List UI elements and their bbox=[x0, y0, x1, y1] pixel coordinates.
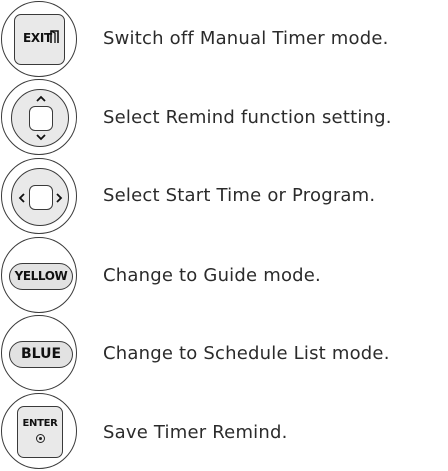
enter-key-icon: ENTER bbox=[1, 393, 77, 469]
blue-key-label: BLUE bbox=[9, 341, 73, 368]
left-right-key-icon bbox=[1, 158, 77, 234]
list-item-left-right: Select Start Time or Program. bbox=[0, 158, 448, 236]
list-item-blue: BLUE Change to Schedule List mode. bbox=[0, 315, 448, 393]
blue-key-icon: BLUE bbox=[1, 315, 77, 391]
enter-dot-icon bbox=[36, 434, 45, 443]
enter-description: Save Timer Remind. bbox=[103, 422, 288, 443]
up-down-key-icon bbox=[1, 79, 77, 155]
exit-key-label: EXIT bbox=[23, 31, 52, 45]
yellow-description: Change to Guide mode. bbox=[103, 265, 321, 286]
chevron-down-icon bbox=[36, 134, 46, 141]
yellow-key-label: YELLOW bbox=[9, 263, 73, 290]
list-item-yellow: YELLOW Change to Guide mode. bbox=[0, 237, 448, 315]
exit-description: Switch off Manual Timer mode. bbox=[103, 28, 389, 49]
enter-key-label: ENTER bbox=[22, 418, 58, 429]
chevron-up-icon bbox=[36, 95, 46, 102]
exit-button-graphic: EXIT bbox=[14, 14, 65, 65]
list-item-enter: ENTER Save Timer Remind. bbox=[0, 393, 448, 471]
chevron-left-icon bbox=[18, 193, 25, 203]
blue-description: Change to Schedule List mode. bbox=[103, 343, 390, 364]
chevron-right-icon bbox=[56, 193, 63, 203]
list-item-exit: EXIT Switch off Manual Timer mode. bbox=[0, 1, 448, 79]
dpad-center bbox=[29, 185, 53, 210]
enter-button-graphic: ENTER bbox=[17, 406, 63, 458]
exit-door-icon bbox=[50, 30, 59, 43]
up-down-description: Select Remind function setting. bbox=[103, 107, 392, 128]
list-item-up-down: Select Remind function setting. bbox=[0, 79, 448, 157]
exit-key-icon: EXIT bbox=[1, 1, 77, 77]
dpad-center bbox=[29, 106, 53, 131]
yellow-key-icon: YELLOW bbox=[1, 237, 77, 313]
left-right-description: Select Start Time or Program. bbox=[103, 185, 376, 206]
